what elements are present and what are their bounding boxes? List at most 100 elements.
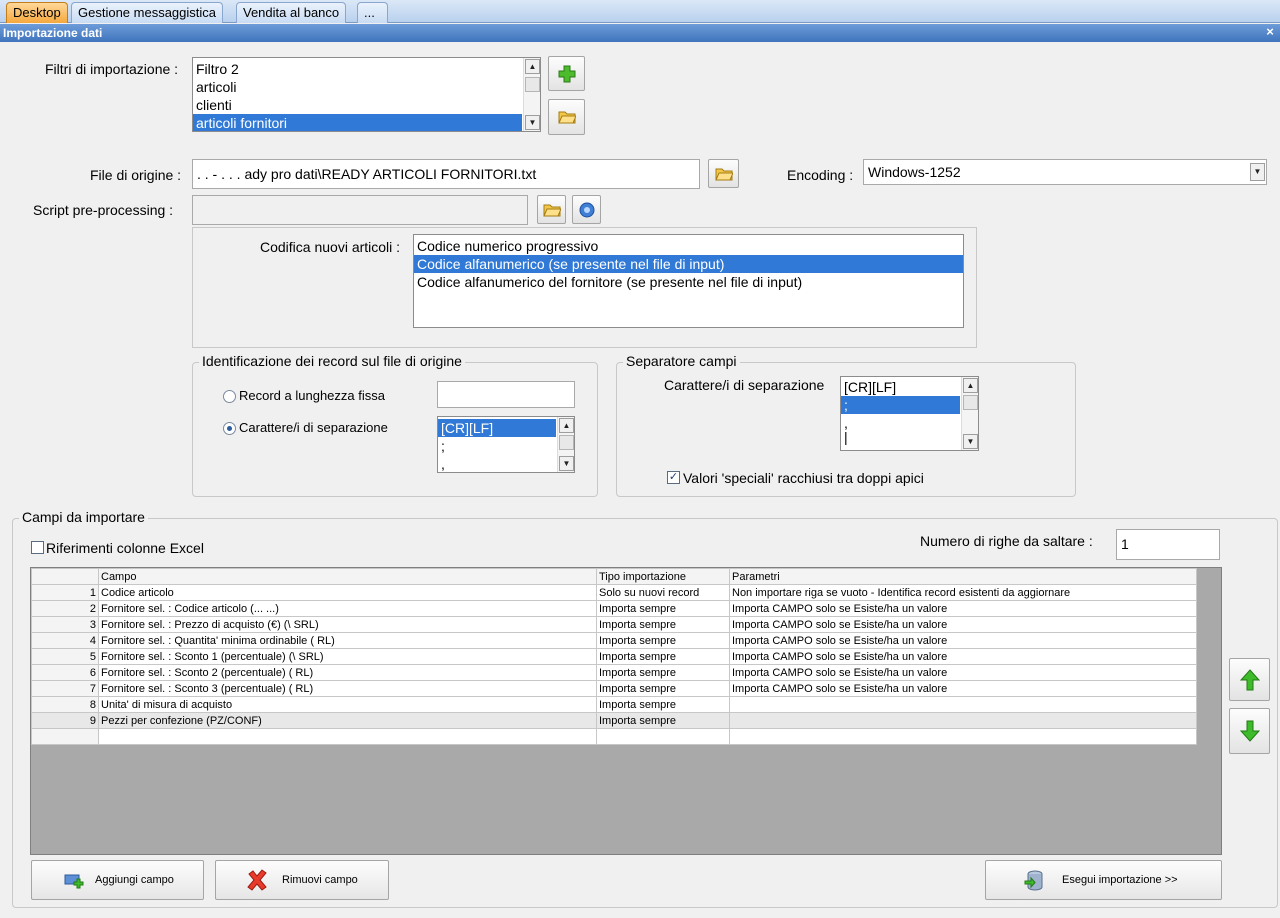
tab-desktop[interactable]: Desktop <box>6 2 68 23</box>
run-import-button[interactable]: Esegui importazione >> <box>985 860 1222 900</box>
move-down-button[interactable] <box>1229 708 1270 754</box>
scroll-down-icon[interactable]: ▼ <box>559 456 574 471</box>
list-item[interactable]: [CR][LF] <box>438 419 556 437</box>
cell-parametri[interactable] <box>729 712 1197 729</box>
fields-grid[interactable]: Campo Tipo importazione Parametri 1 Codic… <box>30 567 1222 855</box>
scroll-up-icon[interactable]: ▲ <box>963 378 978 393</box>
list-item[interactable]: | <box>841 428 978 446</box>
row-number[interactable]: 9 <box>31 712 99 729</box>
filters-scrollbar[interactable]: ▲ ▼ <box>523 58 540 131</box>
excel-checkbox[interactable] <box>31 541 44 554</box>
list-item[interactable]: , <box>438 455 574 472</box>
table-row[interactable]: 5 Fornitore sel. : Sconto 1 (percentuale)… <box>31 648 1197 665</box>
cell-parametri[interactable]: Importa CAMPO solo se Esiste/ha un valor… <box>729 600 1197 617</box>
open-filter-button[interactable] <box>548 99 585 135</box>
empty-cell[interactable] <box>596 728 730 745</box>
cell-campo[interactable]: Fornitore sel. : Sconto 2 (percentuale) … <box>98 664 597 681</box>
cell-parametri[interactable]: Importa CAMPO solo se Esiste/ha un valor… <box>729 648 1197 665</box>
cell-tipo[interactable]: Solo su nuovi record <box>596 584 730 601</box>
field-separator-listbox[interactable]: [CR][LF] ; , | ▲ ▼ <box>840 376 979 451</box>
list-item[interactable]: articoli <box>193 78 540 96</box>
header-parametri[interactable]: Parametri <box>729 568 1197 585</box>
fixed-length-input[interactable] <box>437 381 575 408</box>
table-row[interactable]: 9 Pezzi per confezione (PZ/CONF) Importa s… <box>31 712 1197 729</box>
cell-campo[interactable]: Codice articolo <box>98 584 597 601</box>
record-separator-scrollbar[interactable]: ▲ ▼ <box>557 417 574 472</box>
scroll-up-icon[interactable]: ▲ <box>525 59 540 74</box>
table-row[interactable]: 2 Fornitore sel. : Codice articolo (... .… <box>31 600 1197 617</box>
encoding-select[interactable]: Windows-1252 ▼ <box>863 159 1267 185</box>
cell-parametri[interactable] <box>729 696 1197 713</box>
cell-tipo[interactable]: Importa sempre <box>596 616 730 633</box>
scroll-thumb[interactable] <box>559 435 574 450</box>
list-item[interactable]: ; <box>841 396 960 414</box>
empty-cell[interactable] <box>98 728 597 745</box>
row-number[interactable]: 1 <box>31 584 99 601</box>
cell-parametri[interactable]: Non importare riga se vuoto - Identifica… <box>729 584 1197 601</box>
row-number[interactable]: 3 <box>31 616 99 633</box>
list-item[interactable]: Codice alfanumerico del fornitore (se pr… <box>414 273 963 291</box>
tab-more[interactable]: ... <box>357 2 388 23</box>
new-codes-listbox[interactable]: Codice numerico progressivo Codice alfan… <box>413 234 964 328</box>
table-row[interactable]: 4 Fornitore sel. : Quantita' minima ordin… <box>31 632 1197 649</box>
row-number[interactable]: 2 <box>31 600 99 617</box>
table-row-new[interactable] <box>31 728 1197 745</box>
cell-tipo[interactable]: Importa sempre <box>596 696 730 713</box>
scroll-up-icon[interactable]: ▲ <box>559 418 574 433</box>
add-filter-button[interactable] <box>548 56 585 91</box>
cell-tipo[interactable]: Importa sempre <box>596 600 730 617</box>
cell-campo[interactable]: Fornitore sel. : Quantita' minima ordina… <box>98 632 597 649</box>
list-item[interactable]: articoli fornitori <box>193 114 522 131</box>
table-row[interactable]: 1 Codice articolo Solo su nuovi record Non … <box>31 584 1197 601</box>
filters-listbox[interactable]: Filtro 2 articoli clienti articoli forni… <box>192 57 541 132</box>
tab-gestione-messaggistica[interactable]: Gestione messaggistica <box>71 2 224 23</box>
cell-campo[interactable]: Fornitore sel. : Sconto 1 (percentuale) … <box>98 648 597 665</box>
cell-tipo[interactable]: Importa sempre <box>596 648 730 665</box>
cell-parametri[interactable]: Importa CAMPO solo se Esiste/ha un valor… <box>729 616 1197 633</box>
scroll-down-icon[interactable]: ▼ <box>525 115 540 130</box>
row-number[interactable]: 5 <box>31 648 99 665</box>
move-up-button[interactable] <box>1229 658 1270 701</box>
field-separator-scrollbar[interactable]: ▲ ▼ <box>961 377 978 450</box>
header-campo[interactable]: Campo <box>98 568 597 585</box>
row-number[interactable]: 8 <box>31 696 99 713</box>
cell-campo[interactable]: Fornitore sel. : Sconto 3 (percentuale) … <box>98 680 597 697</box>
add-field-button[interactable]: Aggiungi campo <box>31 860 204 900</box>
close-icon[interactable]: × <box>1264 25 1276 39</box>
radio-fixed-length[interactable] <box>223 390 236 403</box>
cell-tipo[interactable]: Importa sempre <box>596 680 730 697</box>
cell-parametri[interactable]: Importa CAMPO solo se Esiste/ha un valor… <box>729 664 1197 681</box>
cell-campo[interactable]: Fornitore sel. : Codice articolo (... ..… <box>98 600 597 617</box>
cell-campo[interactable]: Pezzi per confezione (PZ/CONF) <box>98 712 597 729</box>
table-row[interactable]: 3 Fornitore sel. : Prezzo di acquisto (€)… <box>31 616 1197 633</box>
list-item[interactable]: Filtro 2 <box>193 60 540 78</box>
cell-parametri[interactable]: Importa CAMPO solo se Esiste/ha un valor… <box>729 632 1197 649</box>
list-item[interactable]: clienti <box>193 96 540 114</box>
list-item[interactable]: [CR][LF] <box>841 378 978 396</box>
list-item[interactable]: Codice numerico progressivo <box>414 237 963 255</box>
cell-tipo[interactable]: Importa sempre <box>596 664 730 681</box>
header-tipo[interactable]: Tipo importazione <box>596 568 730 585</box>
table-row[interactable]: 7 Fornitore sel. : Sconto 3 (percentuale)… <box>31 680 1197 697</box>
cell-campo[interactable]: Fornitore sel. : Prezzo di acquisto (€) … <box>98 616 597 633</box>
scroll-thumb[interactable] <box>963 395 978 410</box>
list-item[interactable]: Codice alfanumerico (se presente nel fil… <box>414 255 963 273</box>
scroll-down-icon[interactable]: ▼ <box>963 434 978 449</box>
list-item[interactable]: ; <box>438 437 574 455</box>
record-separator-listbox[interactable]: [CR][LF] ; , ▲ ▼ <box>437 416 575 473</box>
cell-tipo[interactable]: Importa sempre <box>596 712 730 729</box>
browse-script-button[interactable] <box>537 195 566 224</box>
tab-vendita-al-banco[interactable]: Vendita al banco <box>236 2 347 23</box>
remove-field-button[interactable]: Rimuovi campo <box>215 860 389 900</box>
cell-campo[interactable]: Unita' di misura di acquisto <box>98 696 597 713</box>
quote-checkbox[interactable]: ✓ <box>667 471 680 484</box>
source-file-input[interactable]: . . - . . . ady pro dati\READY ARTICOLI … <box>192 159 700 189</box>
empty-cell[interactable] <box>31 728 99 745</box>
cell-parametri[interactable]: Importa CAMPO solo se Esiste/ha un valor… <box>729 680 1197 697</box>
browse-file-button[interactable] <box>708 159 739 188</box>
radio-separator[interactable] <box>223 422 236 435</box>
row-number[interactable]: 7 <box>31 680 99 697</box>
script-help-button[interactable] <box>572 195 601 224</box>
chevron-down-icon[interactable]: ▼ <box>1250 163 1265 181</box>
empty-cell[interactable] <box>729 728 1197 745</box>
